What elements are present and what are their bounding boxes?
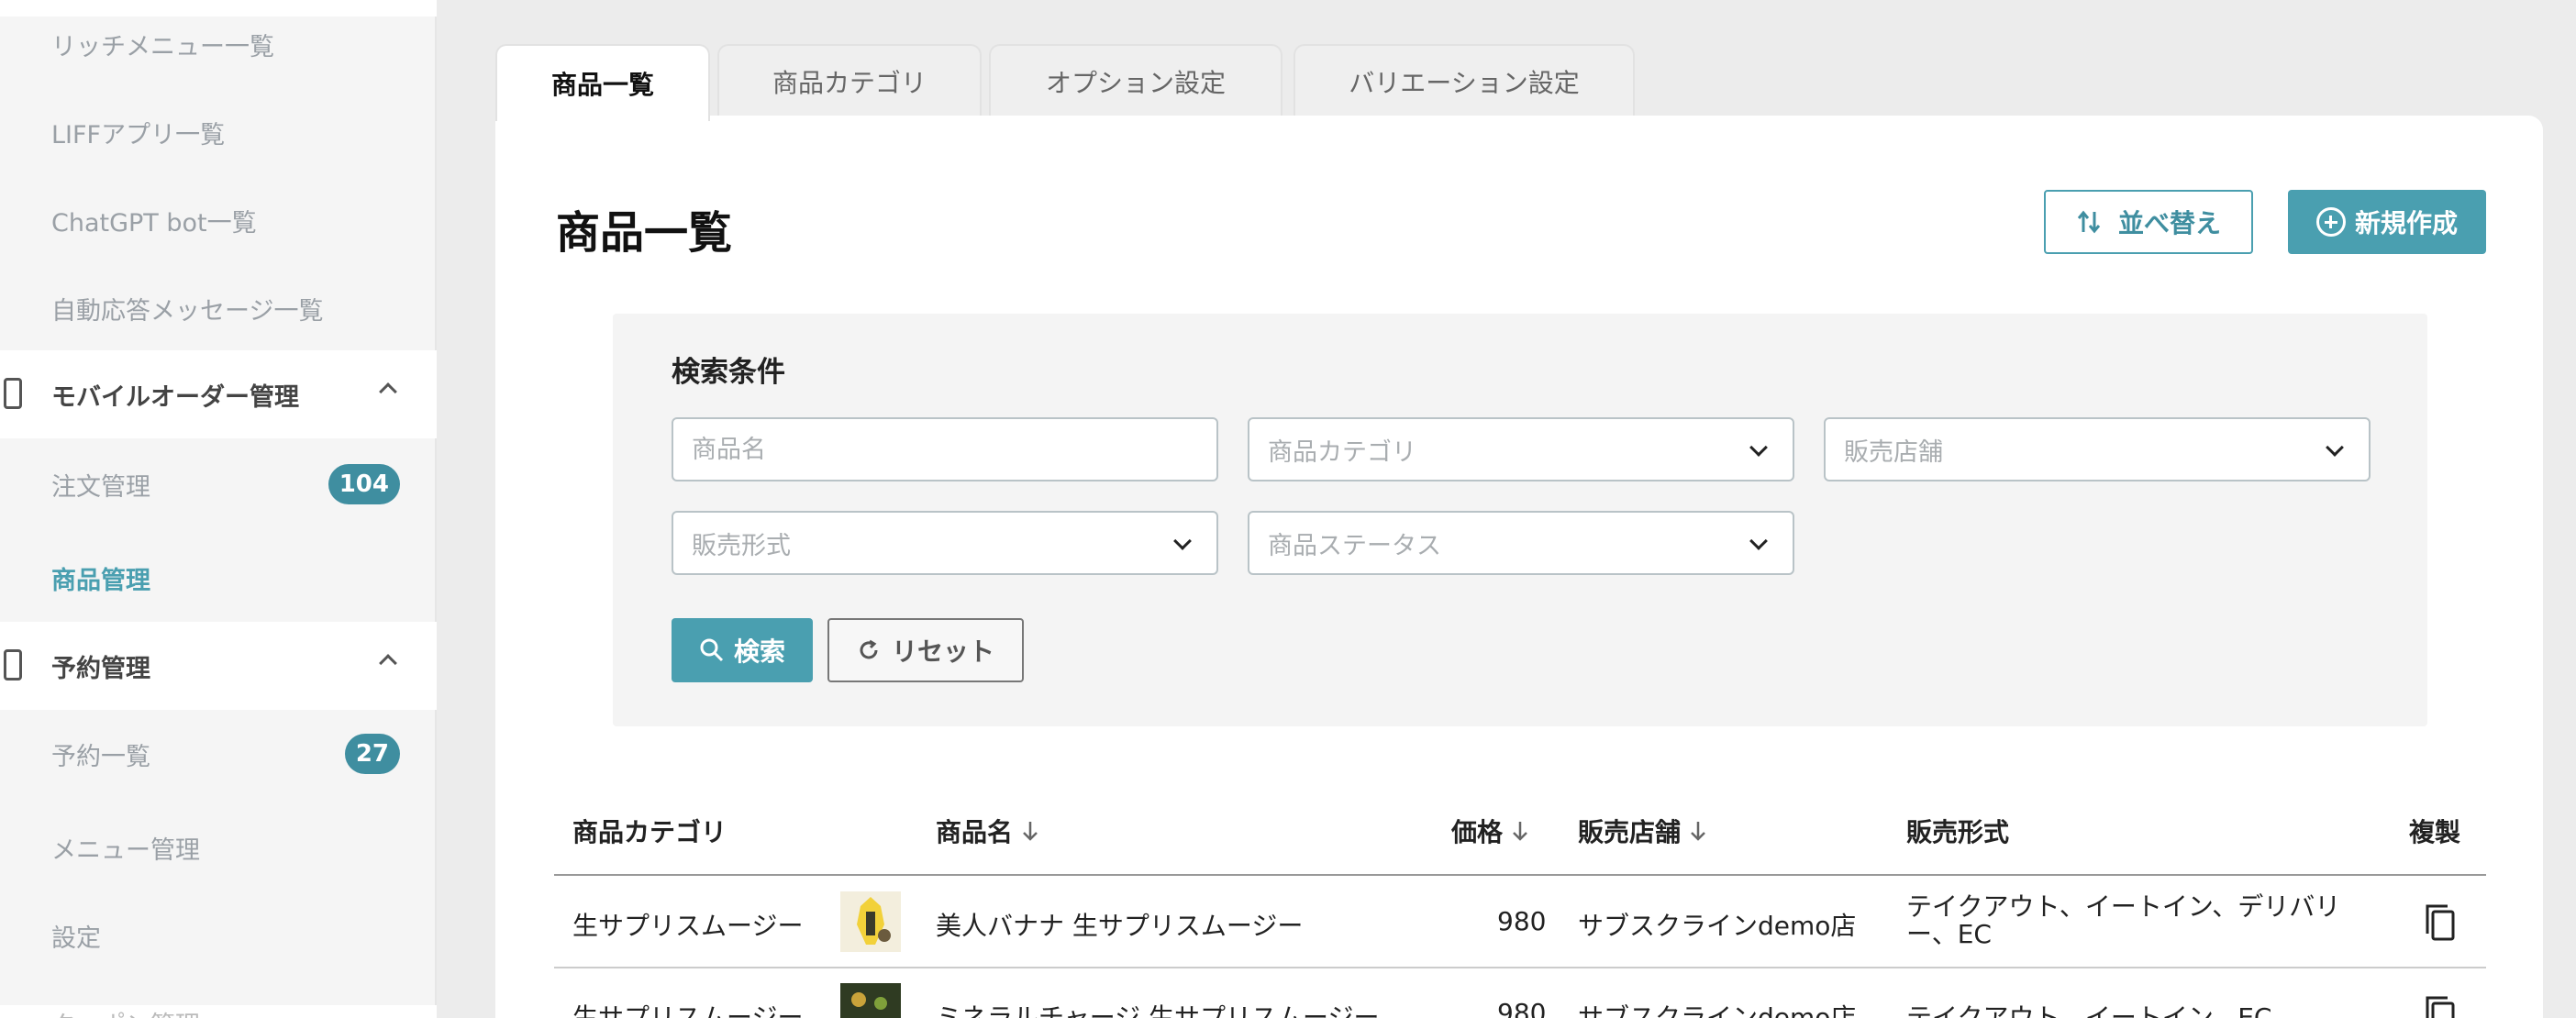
- sidebar-section-label: 予約管理: [51, 654, 150, 683]
- column-header-label: 価格: [1451, 817, 1504, 847]
- tab-option-settings[interactable]: オプション設定: [989, 44, 1282, 117]
- refresh-icon: [860, 639, 878, 659]
- cell-category: 生サプリスムージー: [572, 911, 804, 941]
- table-header-divider: [554, 874, 2486, 876]
- sidebar-section-label: モバイルオーダー管理: [51, 382, 299, 412]
- search-button[interactable]: 検索: [672, 618, 813, 682]
- chevron-down-icon: [2326, 438, 2344, 457]
- search-icon: [700, 638, 724, 662]
- status-select-placeholder: 商品ステータス: [1268, 531, 1441, 560]
- sort-button-label: 並べ替え: [2117, 208, 2221, 238]
- column-header-label: 複製: [2409, 817, 2461, 847]
- column-header-store[interactable]: 販売店舗: [1578, 813, 1708, 849]
- category-select-placeholder: 商品カテゴリ: [1268, 437, 1416, 467]
- plus-circle-icon: [2315, 207, 2346, 237]
- product-thumbnail: [840, 891, 901, 952]
- arrow-down-icon: [1513, 822, 1527, 841]
- reservations-count-badge: 27: [344, 734, 400, 774]
- sidebar-item-label: 商品管理: [51, 566, 150, 595]
- new-create-button[interactable]: 新規作成: [2288, 190, 2486, 254]
- column-header-copy: 複製: [2409, 813, 2460, 849]
- sidebar-item-auto-reply[interactable]: 自動応答メッセージ一覧: [0, 264, 437, 352]
- column-header-label: 販売店舗: [1578, 817, 1682, 847]
- cell-sales-type: テイクアウト、イートイン、デリバリ ー、EC: [1906, 893, 2340, 948]
- cell-product-name: 美人バナナ 生サプリスムージー: [936, 911, 1304, 941]
- column-header-sales-type: 販売形式: [1906, 813, 2009, 849]
- reset-button[interactable]: リセット: [827, 618, 1024, 682]
- smartphone-icon: [4, 378, 22, 409]
- sidebar-item-reservation-list[interactable]: 予約一覧 27: [0, 710, 437, 798]
- cell-price: 980: [1497, 906, 1547, 936]
- sidebar-item-label: ChatGPT bot一覧: [51, 208, 257, 238]
- cell-product-name: ミネラルチャージ 生サプリスムージー: [936, 1002, 1380, 1018]
- sidebar-section-reservation[interactable]: 予約管理: [0, 622, 437, 710]
- sidebar-item-liff-apps[interactable]: LIFFアプリ一覧: [0, 88, 437, 176]
- cell-sales-type-line: ー、EC: [1906, 919, 1992, 949]
- chevron-up-icon: [379, 654, 397, 672]
- sidebar-item-products[interactable]: 商品管理: [0, 534, 437, 622]
- sort-button[interactable]: 並べ替え: [2044, 190, 2253, 254]
- column-header-category: 商品カテゴリ: [572, 813, 727, 849]
- tab-variation-settings[interactable]: バリエーション設定: [1294, 44, 1635, 117]
- product-thumbnail: [840, 983, 901, 1018]
- product-name-field[interactable]: [672, 417, 1218, 481]
- chevron-down-icon: [1749, 438, 1768, 457]
- sales-type-select[interactable]: 販売形式: [672, 511, 1218, 575]
- cell-price: 980: [1497, 998, 1547, 1018]
- tab-label: オプション設定: [1045, 68, 1226, 98]
- column-header-label: 商品カテゴリ: [572, 817, 727, 847]
- copy-icon[interactable]: [2422, 902, 2459, 943]
- tab-label: バリエーション設定: [1349, 68, 1580, 98]
- sort-arrows-icon: [2077, 210, 2101, 234]
- sidebar-item-label: メニュー管理: [51, 835, 200, 865]
- cell-sales-type-line: テイクアウト、イートイン、デリバリ: [1906, 891, 2341, 922]
- tab-product-list[interactable]: 商品一覧: [495, 44, 710, 121]
- reset-button-label: リセット: [891, 636, 994, 667]
- orders-count-badge: 104: [328, 464, 400, 504]
- tab-label: 商品カテゴリ: [772, 68, 927, 98]
- sidebar-item-chatgpt-bot[interactable]: ChatGPT bot一覧: [0, 176, 437, 264]
- sidebar-item-settings[interactable]: 設定: [0, 891, 437, 979]
- category-select[interactable]: 商品カテゴリ: [1248, 417, 1794, 481]
- sidebar-item-label: 注文管理: [51, 472, 150, 502]
- status-select[interactable]: 商品ステータス: [1248, 511, 1794, 575]
- store-select-placeholder: 販売店舗: [1844, 437, 1943, 467]
- search-conditions-title: 検索条件: [672, 356, 785, 389]
- search-button-label: 検索: [733, 636, 785, 667]
- sidebar-item-label: LIFFアプリ一覧: [51, 120, 226, 149]
- copy-icon[interactable]: [2422, 994, 2459, 1018]
- sidebar-item-label: 予約一覧: [51, 742, 150, 771]
- product-name-input[interactable]: [692, 435, 1216, 464]
- sidebar-item-rich-menu[interactable]: リッチメニュー一覧: [0, 0, 437, 88]
- arrow-down-icon: [1691, 822, 1705, 841]
- sales-type-select-placeholder: 販売形式: [692, 531, 791, 560]
- cell-store: サブスクラインdemo店: [1578, 911, 1857, 941]
- tab-label: 商品一覧: [550, 70, 654, 100]
- arrow-down-icon: [1023, 822, 1038, 841]
- sidebar-section-mobile-order[interactable]: モバイルオーダー管理: [0, 350, 437, 438]
- column-header-price[interactable]: 価格: [1451, 813, 1530, 849]
- sidebar-section-coupon[interactable]: クーポン管理: [0, 1005, 437, 1018]
- column-header-name[interactable]: 商品名: [936, 813, 1040, 849]
- sidebar: リッチメニュー一覧 LIFFアプリ一覧 ChatGPT bot一覧 自動応答メッ…: [0, 0, 437, 1018]
- chevron-down-icon: [1173, 532, 1192, 550]
- sidebar-item-menu-management[interactable]: メニュー管理: [0, 803, 437, 891]
- column-header-label: 商品名: [936, 817, 1014, 847]
- sidebar-item-label: 設定: [51, 924, 101, 953]
- chevron-up-icon: [379, 382, 397, 401]
- cell-category: 生サプリスムージー: [572, 1002, 804, 1018]
- smartphone-icon: [4, 649, 22, 681]
- table-row-divider: [554, 967, 2486, 968]
- sidebar-item-label: リッチメニュー一覧: [51, 32, 274, 61]
- cell-store: サブスクラインdemo店: [1578, 1002, 1857, 1018]
- cell-sales-type: テイクアウト、イートイン、EC: [1906, 1002, 2272, 1018]
- column-header-label: 販売形式: [1906, 817, 2010, 847]
- page-title: 商品一覧: [556, 207, 733, 259]
- tab-product-category[interactable]: 商品カテゴリ: [717, 44, 982, 117]
- store-select[interactable]: 販売店舗: [1824, 417, 2371, 481]
- new-create-button-label: 新規作成: [2354, 208, 2458, 238]
- sidebar-item-label: 自動応答メッセージ一覧: [51, 296, 324, 326]
- sidebar-item-orders[interactable]: 注文管理 104: [0, 440, 437, 528]
- chevron-down-icon: [1749, 532, 1768, 550]
